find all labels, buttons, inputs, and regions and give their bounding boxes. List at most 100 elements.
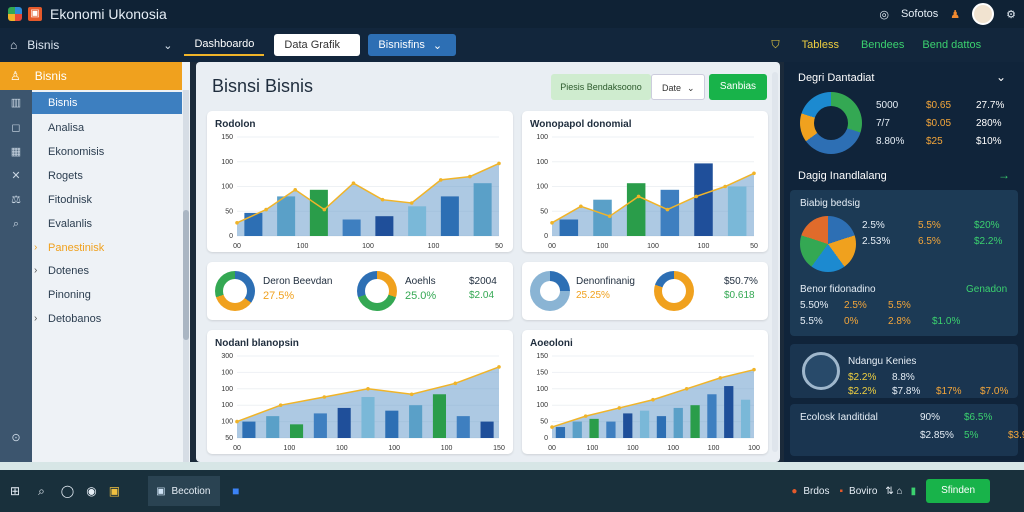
chart-card-4: Aoeoloni 150 150 100 100 50 0 00 100 100 100 100 10… (522, 330, 768, 454)
title-bar: ▣ Ekonomi Ukonosia ◎ Sofotos ♟ ⚙ (0, 0, 1024, 28)
sidebar-header[interactable]: ♙ Bisnis (0, 62, 182, 90)
tray-label-2[interactable]: Boviro (849, 486, 877, 497)
globe-icon[interactable]: ◎ (879, 8, 889, 21)
bar (626, 183, 646, 236)
stat-value: 0% (844, 316, 859, 327)
scrollbar-thumb[interactable] (183, 210, 189, 340)
balance-icon[interactable]: ⚖ (10, 194, 22, 206)
shield-icon[interactable]: ⛉ (771, 39, 779, 52)
data-point (583, 414, 588, 418)
stat-value: 5.5% (888, 300, 911, 311)
bar (242, 421, 256, 438)
flag-icon[interactable]: ▪ (839, 486, 843, 497)
sidebar-item-detobanos[interactable]: Detobanos (48, 313, 101, 325)
x-tick-label: 50 (750, 243, 758, 250)
donut-hole (814, 106, 848, 140)
document-icon[interactable]: ◻ (10, 122, 22, 134)
data-point (235, 419, 239, 424)
avatar[interactable] (972, 3, 995, 25)
tray-icons[interactable]: ⇅ ⌂ (885, 486, 902, 497)
tools-icon[interactable]: ✕ (10, 170, 22, 182)
desktop-strip (0, 462, 1024, 470)
x-tick-label: 100 (441, 445, 453, 452)
sidebar-item-pinoning[interactable]: Pinoning (48, 289, 91, 301)
stat-value: 6.5% (918, 236, 941, 247)
bell-icon[interactable]: ♟ (950, 8, 960, 21)
sidebar-item-analisa[interactable]: Analisa (48, 122, 84, 134)
y-tick-label: 50 (540, 419, 548, 426)
chevron-down-icon[interactable]: ⌄ (163, 39, 172, 52)
help-icon[interactable]: ⊙ (10, 432, 22, 444)
data-point (264, 207, 268, 212)
breadcrumb[interactable]: Bisnis (27, 38, 59, 52)
data-point (351, 181, 356, 185)
data-point (278, 403, 283, 407)
data-point (723, 184, 727, 189)
taskview-icon[interactable]: ◯ (61, 484, 74, 498)
y-tick-label: 100 (536, 386, 548, 393)
kpi-label: Denonfinanig (576, 276, 635, 287)
folder-icon[interactable]: ▣ (109, 484, 120, 498)
bar (572, 421, 582, 438)
card-link[interactable]: Genadon (966, 284, 1007, 295)
search-icon[interactable]: ⌕ (38, 484, 45, 499)
user-icon: ♙ (10, 69, 21, 83)
sidebar-item-rogets[interactable]: Rogets (48, 170, 83, 182)
data-point (694, 194, 699, 199)
panel-header: Degri Dantadiat (798, 72, 875, 84)
main-scrollbar[interactable] (772, 72, 778, 452)
chart-icon[interactable]: ▥ (10, 97, 22, 109)
action-button[interactable]: Sfinden (926, 479, 991, 503)
x-tick-label: 100 (647, 243, 659, 250)
sidebar-item-fitodnisk[interactable]: Fitodnisk (48, 194, 92, 206)
grid-icon[interactable]: ▦ (10, 146, 22, 158)
x-tick-label: 150 (493, 445, 505, 452)
search-icon[interactable]: ⌕ (10, 218, 22, 230)
app-icon: ▣ (156, 485, 166, 497)
bar (690, 405, 700, 438)
stat-value: $0.05 (926, 118, 952, 129)
filter-button[interactable]: Bisnisfins ⌄ (368, 34, 457, 56)
date-button[interactable]: Date ⌄ (651, 74, 705, 100)
sidebar-item-ekonomisis[interactable]: Ekonomisis (48, 146, 104, 158)
right-panel: Degri Dantadiat ⌄ 5000 $0.65 27.7% 7/7 $0.05… (784, 62, 1024, 462)
chevron-right-icon: › (34, 265, 38, 276)
sidebar-item-panestinisk[interactable]: Panestinisk (48, 242, 104, 254)
tray-label[interactable]: Brdos (803, 486, 829, 497)
action-button[interactable]: Sanbias (709, 74, 767, 100)
tab-dashboard[interactable]: Dashboardo (184, 34, 265, 56)
chart-title: Wonopapol donomial (530, 119, 632, 130)
settings-icon[interactable]: ⚙ (1006, 8, 1016, 21)
bar (266, 416, 280, 438)
stats-card-2: Ndangu Kenies $2.2% 8.8% $2.2% $7.8% $17% $7.… (790, 344, 1018, 398)
toolbar-item-tables[interactable]: Tabless (802, 39, 839, 51)
stat-value: 5.50% (800, 300, 829, 311)
status-label[interactable]: Sofotos (901, 8, 938, 20)
circle-icon[interactable]: ◉ (86, 484, 96, 498)
taskbar-app[interactable]: ▣ Becotion (148, 476, 221, 506)
chat-icon[interactable]: ▮ (911, 486, 917, 497)
sidebar-item-evalanlis[interactable]: Evalanlis (48, 218, 92, 230)
sidebar-item-selected[interactable]: Bisnis (32, 92, 182, 114)
chevron-down-icon[interactable]: ⌄ (996, 70, 1006, 84)
toolbar-item-bend-dattos[interactable]: Bend dattos (922, 39, 981, 51)
series-area (552, 173, 754, 236)
home-icon[interactable]: ⌂ (10, 38, 17, 52)
y-tick-label: 50 (225, 435, 233, 442)
y-tick-label: 100 (221, 386, 233, 393)
sidebar-scrollbar[interactable] (183, 90, 189, 462)
arrow-icon[interactable]: → (998, 168, 1010, 182)
network-icon[interactable]: ● (791, 486, 797, 497)
bar (740, 399, 751, 438)
start-icon[interactable]: ⊞ (10, 484, 20, 498)
sidebar-header-label: Bisnis (34, 69, 67, 83)
bar (408, 206, 427, 236)
window-icon[interactable]: ■ (232, 484, 239, 498)
x-tick-label: 100 (698, 243, 710, 250)
toolbar-item-bendees[interactable]: Bendees (861, 39, 904, 51)
stat-value: 5.5% (800, 316, 823, 327)
data-dropdown[interactable]: Data Grafik (274, 34, 361, 56)
sidebar-item-dotenes[interactable]: Dotenes (48, 265, 89, 277)
filter-chip[interactable]: Piesis Bendaksoono (551, 74, 651, 100)
data-point (684, 387, 689, 391)
